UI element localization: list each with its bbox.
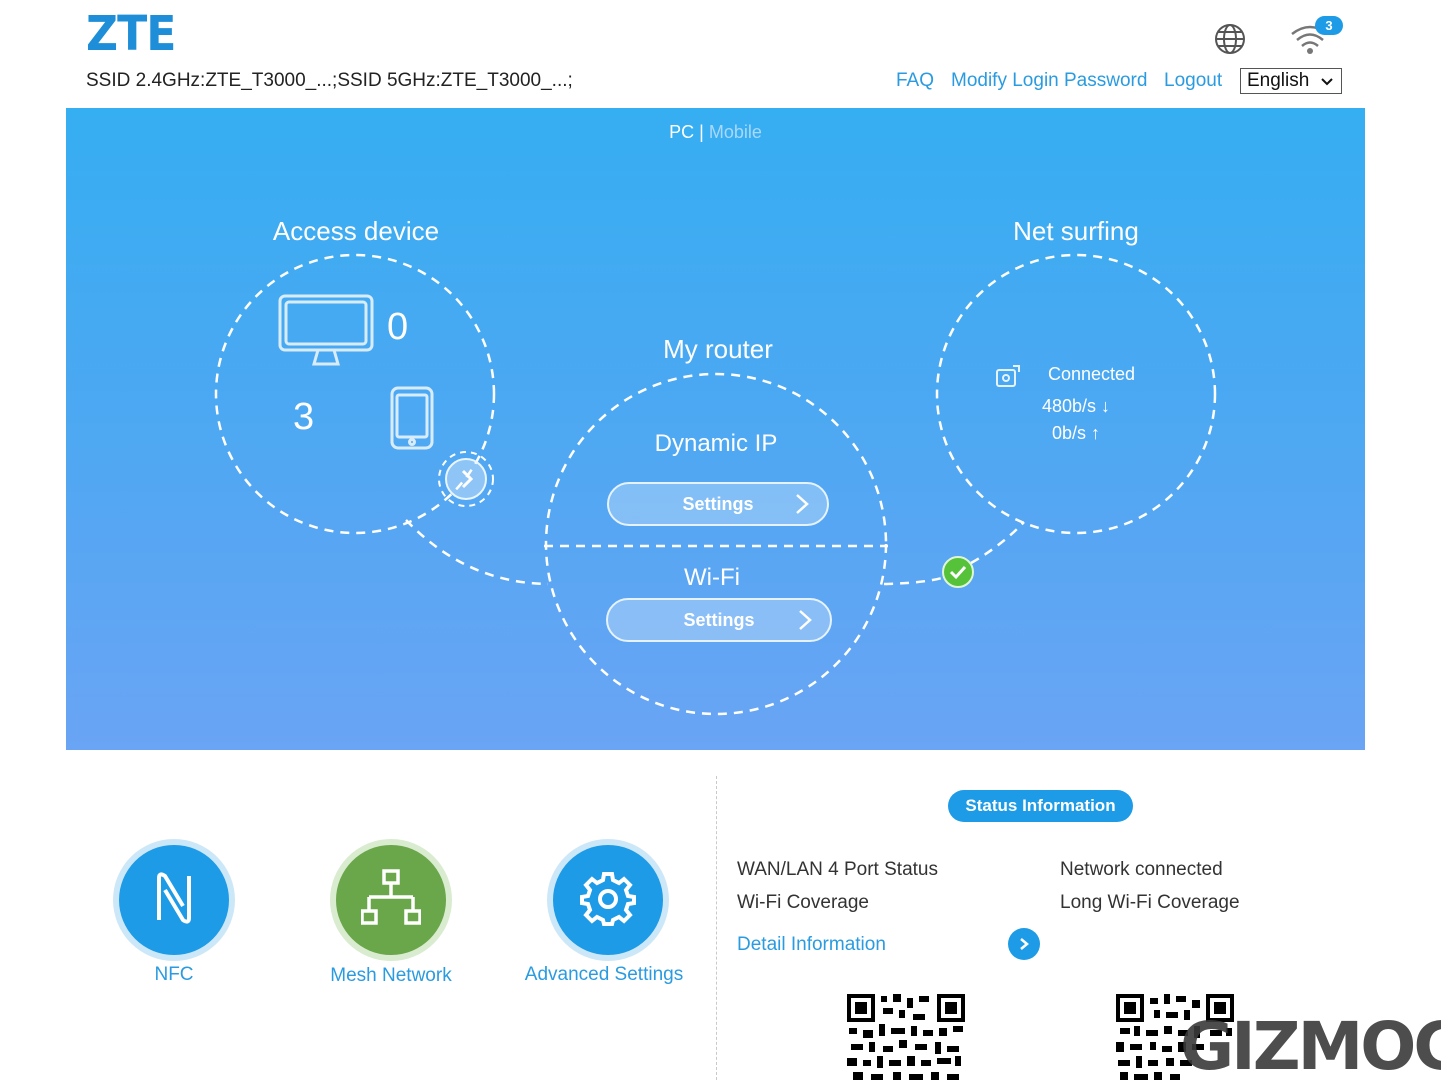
- status-information-title: Status Information: [948, 790, 1133, 822]
- advanced-settings-label[interactable]: Advanced Settings: [494, 964, 714, 986]
- mobile-device-count: 3: [293, 396, 315, 438]
- monitor-icon: [278, 294, 374, 368]
- chevron-right-icon: [798, 609, 812, 637]
- language-value: English: [1247, 70, 1310, 91]
- qr-code-app: [847, 994, 965, 1080]
- language-select[interactable]: English: [1240, 68, 1342, 94]
- wifi-coverage-value: Long Wi-Fi Coverage: [1060, 892, 1240, 913]
- wan-settings-label: Settings: [682, 493, 754, 514]
- chevron-down-icon: [1321, 70, 1333, 92]
- mobile-phone-icon: [390, 386, 434, 450]
- net-surfing-title: Net surfing: [1013, 216, 1139, 246]
- access-device-title: Access device: [272, 216, 440, 246]
- logout-link[interactable]: Logout: [1164, 70, 1222, 92]
- nfc-icon: [149, 866, 199, 935]
- connection-ok-icon: [942, 556, 974, 588]
- watermark: GIZMOCH: [1180, 1008, 1441, 1085]
- chevron-right-icon: [795, 493, 809, 521]
- internet-icon: [995, 364, 1021, 390]
- section-divider: [716, 776, 717, 1080]
- nfc-label[interactable]: NFC: [64, 964, 284, 986]
- wifi-coverage-label: Wi-Fi Coverage: [737, 892, 869, 913]
- wan-lan-port-label: WAN/LAN 4 Port Status: [737, 859, 938, 880]
- wifi-settings-label: Settings: [683, 609, 755, 630]
- globe-icon[interactable]: [1213, 22, 1247, 56]
- wan-lan-port-value: Network connected: [1060, 859, 1223, 880]
- my-router-title: My router: [663, 334, 773, 364]
- modify-password-link[interactable]: Modify Login Password: [951, 70, 1147, 92]
- topology-lines: [214, 253, 1217, 716]
- detail-information-link[interactable]: Detail Information: [737, 934, 886, 956]
- upload-rate: 0b/s ↑: [1052, 423, 1101, 443]
- wifi-title: Wi-Fi: [684, 564, 740, 591]
- internet-status: Connected: [1048, 364, 1136, 384]
- hero-panel: PC | Mobile Access device 0 3 My router …: [66, 108, 1365, 750]
- access-device-arrow-button[interactable]: [436, 449, 496, 509]
- download-rate: 480b/s ↓: [1042, 396, 1111, 416]
- pc-device-count: 0: [387, 306, 409, 348]
- wifi-settings-button[interactable]: Settings: [606, 598, 832, 642]
- wan-settings-button[interactable]: Settings: [607, 482, 829, 526]
- mesh-network-tile[interactable]: [336, 845, 446, 955]
- ssid-info: SSID 2.4GHz:ZTE_T3000_...;SSID 5GHz:ZTE_…: [86, 70, 573, 91]
- detail-information-arrow-button[interactable]: [1008, 928, 1040, 960]
- gear-icon: [580, 870, 636, 931]
- mesh-network-label[interactable]: Mesh Network: [281, 965, 501, 987]
- wan-mode-label: Dynamic IP: [654, 430, 778, 457]
- nfc-tile[interactable]: [119, 845, 229, 955]
- mesh-network-icon: [360, 868, 422, 932]
- advanced-settings-tile[interactable]: [553, 845, 663, 955]
- zte-logo: ZTE: [86, 6, 176, 62]
- connected-devices-badge: 3: [1315, 16, 1343, 35]
- faq-link[interactable]: FAQ: [896, 70, 934, 92]
